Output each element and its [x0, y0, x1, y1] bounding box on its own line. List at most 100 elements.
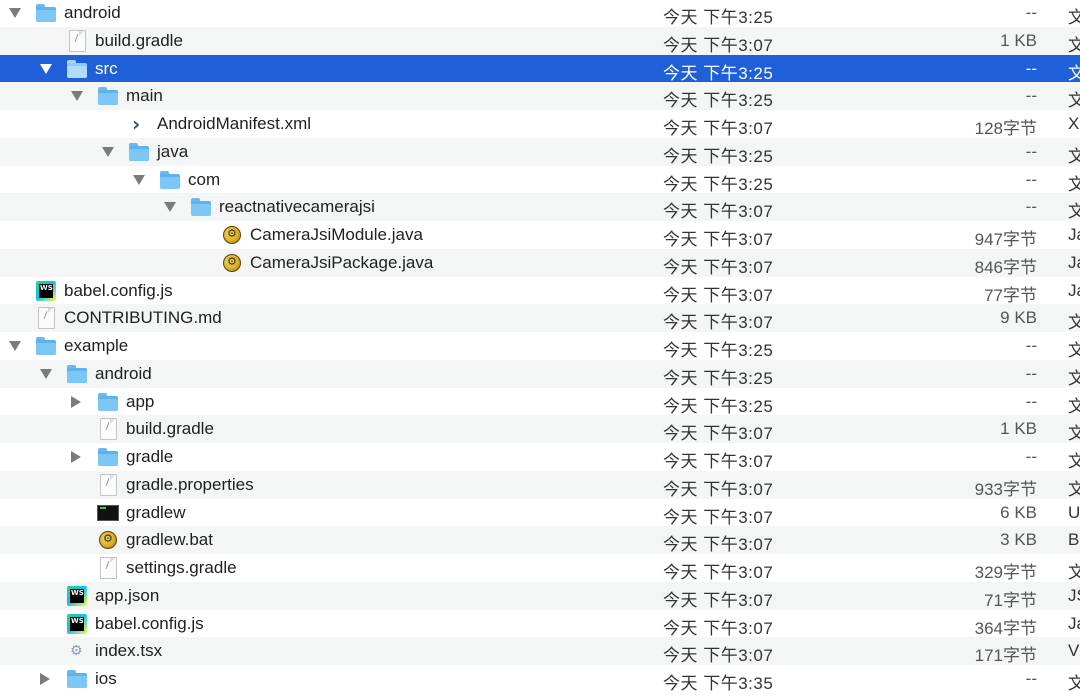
file-row[interactable]: reactnativecamerajsi 今天 下午3:07 -- 文 [0, 193, 1080, 221]
file-size: 933字节 [974, 479, 1037, 499]
file-size: 947字节 [974, 230, 1037, 249]
folder-icon [190, 196, 212, 218]
file-size: 329字节 [974, 563, 1037, 582]
file-row[interactable]: WS babel.config.js 今天 下午3:07 77字节 Ja [0, 276, 1080, 305]
file-kind: 文 [1068, 341, 1080, 360]
folder-icon [159, 169, 181, 191]
file-row[interactable]: build.gradle 今天 下午3:07 1 KB 文 [0, 415, 1080, 443]
file-row[interactable]: ⚙ gradlew.bat 今天 下午3:07 3 KB B [0, 526, 1080, 554]
file-name: build.gradle [95, 30, 183, 50]
date-modified: 今天 下午3:07 [663, 257, 774, 277]
file-row[interactable]: CONTRIBUTING.md 今天 下午3:07 9 KB 文 [0, 304, 1080, 332]
document-icon [35, 307, 57, 330]
file-size: 9 KB [1000, 308, 1037, 328]
file-size: -- [1025, 363, 1037, 383]
file-row[interactable]: com 今天 下午3:25 -- 文 [0, 165, 1080, 194]
file-kind: 文 [1068, 674, 1080, 693]
file-row[interactable]: main 今天 下午3:25 -- 文 [0, 82, 1080, 110]
file-row[interactable]: gradle 今天 下午3:07 -- 文 [0, 443, 1080, 471]
file-size: 77字节 [984, 285, 1037, 305]
file-kind: B [1068, 530, 1080, 550]
file-name: app.json [95, 585, 160, 605]
file-name: gradlew.bat [126, 530, 213, 550]
file-kind: 文 [1068, 424, 1080, 444]
disclosure-open-icon[interactable] [164, 202, 176, 213]
document-icon [97, 418, 119, 441]
webstorm-icon: WS [66, 585, 88, 607]
document-icon [97, 557, 119, 579]
file-size: 171字节 [974, 646, 1037, 666]
file-size: -- [1025, 197, 1037, 217]
date-modified: 今天 下午3:25 [663, 174, 774, 194]
date-modified: 今天 下午3:25 [663, 341, 774, 360]
disclosure-open-icon[interactable] [40, 63, 52, 74]
file-row[interactable]: ⚙ index.tsx 今天 下午3:07 171字节 V [0, 637, 1080, 665]
date-modified: 今天 下午3:07 [663, 452, 774, 471]
disclosure-open-icon[interactable] [9, 8, 21, 18]
file-kind: 文 [1068, 8, 1080, 27]
disclosure-closed-icon[interactable] [40, 673, 50, 685]
file-row[interactable]: java 今天 下午3:25 -- 文 [0, 137, 1080, 166]
file-name: android [64, 3, 121, 22]
date-modified: 今天 下午3:07 [663, 119, 774, 138]
folder-icon [97, 85, 119, 107]
file-size: -- [1025, 669, 1037, 688]
date-modified: 今天 下午3:07 [663, 202, 774, 222]
file-kind: Ja [1068, 252, 1080, 272]
file-name: gradlew [126, 502, 186, 522]
file-list: android 今天 下午3:25 -- 文 build.gradle 今天 下午3:07… [0, 0, 1080, 698]
file-name: build.gradle [126, 419, 214, 439]
document-icon [66, 29, 88, 52]
webstorm-icon: WS [66, 613, 88, 635]
file-size: 128字节 [974, 119, 1037, 138]
file-row[interactable]: app 今天 下午3:25 -- 文 [0, 387, 1080, 416]
file-name: app [126, 391, 155, 411]
file-kind: 文 [1068, 452, 1080, 471]
file-row[interactable]: ios 今天 下午3:35 -- 文 [0, 665, 1080, 693]
file-size: 364字节 [974, 618, 1037, 638]
file-name: CameraJsiPackage.java [250, 252, 434, 272]
file-row[interactable]: ⚙ CameraJsiPackage.java 今天 下午3:07 846字节 Ja [0, 248, 1080, 277]
file-row[interactable]: WS app.json 今天 下午3:07 71字节 JS [0, 581, 1080, 610]
date-modified: 今天 下午3:07 [663, 285, 774, 305]
file-size: -- [1025, 86, 1037, 106]
file-kind: 文 [1068, 174, 1080, 194]
file-row[interactable]: gradle.properties 今天 下午3:07 933字节 文 [0, 470, 1080, 499]
file-row[interactable]: android 今天 下午3:25 -- 文 [0, 0, 1080, 27]
file-row[interactable]: ⚙ CameraJsiModule.java 今天 下午3:07 947字节 Ja [0, 221, 1080, 249]
file-size: -- [1025, 336, 1037, 355]
file-row[interactable]: › AndroidManifest.xml 今天 下午3:07 128字节 X [0, 110, 1080, 138]
date-modified: 今天 下午3:07 [663, 507, 774, 527]
file-name: CameraJsiModule.java [250, 225, 423, 244]
disclosure-open-icon[interactable] [40, 368, 52, 379]
date-modified: 今天 下午3:25 [663, 8, 774, 27]
disclosure-closed-icon[interactable] [71, 395, 81, 408]
disclosure-open-icon[interactable] [9, 341, 21, 351]
file-name: java [157, 141, 189, 161]
date-modified: 今天 下午3:25 [663, 91, 774, 111]
file-kind: Ja [1068, 613, 1080, 633]
disclosure-open-icon[interactable] [102, 146, 114, 157]
file-kind: 文 [1068, 368, 1080, 388]
file-row[interactable]: gradlew 今天 下午3:07 6 KB U [0, 498, 1080, 527]
file-row[interactable]: build.gradle 今天 下午3:07 1 KB 文 [0, 26, 1080, 55]
file-row[interactable]: WS babel.config.js 今天 下午3:07 364字节 Ja [0, 609, 1080, 638]
file-kind: U [1068, 502, 1080, 522]
file-name: com [188, 169, 221, 189]
disclosure-open-icon[interactable] [71, 91, 83, 102]
date-modified: 今天 下午3:35 [663, 674, 774, 693]
date-modified: 今天 下午3:07 [663, 535, 774, 555]
folder-icon [66, 58, 88, 80]
file-row[interactable]: settings.gradle 今天 下午3:07 329字节 文 [0, 554, 1080, 582]
disclosure-open-icon[interactable] [133, 174, 145, 185]
file-size: 1 KB [1000, 419, 1037, 439]
file-name: src [95, 58, 118, 78]
document-icon [97, 473, 119, 496]
file-row[interactable]: src 今天 下午3:25 -- 文 [0, 54, 1080, 83]
file-row[interactable]: android 今天 下午3:25 -- 文 [0, 359, 1080, 388]
file-size: 1 KB [1000, 30, 1037, 50]
date-modified: 今天 下午3:25 [663, 63, 774, 83]
file-row[interactable]: example 今天 下午3:25 -- 文 [0, 332, 1080, 360]
file-size: 6 KB [1000, 502, 1037, 522]
disclosure-closed-icon[interactable] [71, 451, 81, 463]
